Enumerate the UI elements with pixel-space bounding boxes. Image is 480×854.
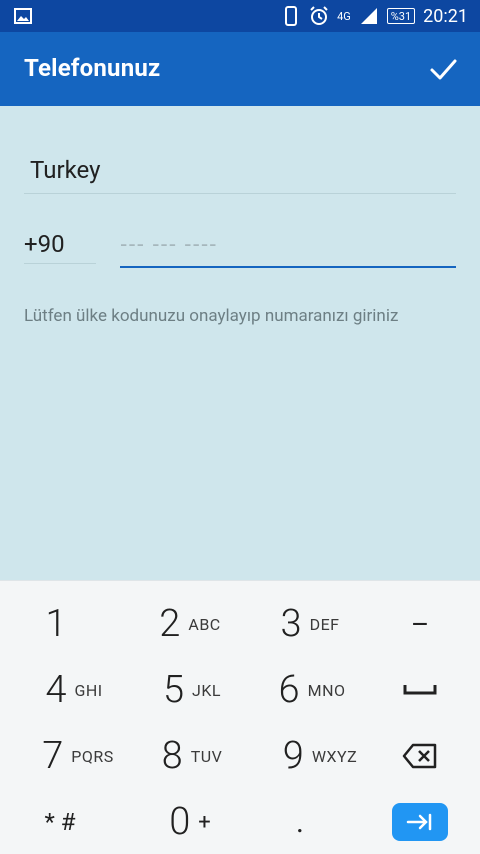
dash-key[interactable]: – [370,591,470,657]
key-6[interactable]: 6 MNO [252,657,372,723]
key-1[interactable]: 1 [0,591,120,657]
key-4[interactable]: 4 GHI [14,657,134,723]
key-plus: + [198,809,211,835]
key-letters: PQRS [71,746,114,766]
key-0[interactable]: 0 + [130,789,250,854]
image-notification-icon [14,8,32,24]
key-3[interactable]: 3 DEF [250,591,370,657]
dot-symbol: . [296,804,304,840]
alarm-clock-icon [310,6,328,25]
key-letters: DEF [309,614,340,634]
country-underline [24,193,456,194]
backspace-key[interactable] [370,723,470,789]
next-action-key[interactable] [370,789,470,854]
network-type-label: 4G [337,9,351,23]
dot-key[interactable]: . [240,789,360,854]
phone-number-field[interactable] [120,224,456,268]
key-number: 9 [282,734,304,778]
key-number: 0 [169,800,191,844]
key-number: 3 [280,602,302,646]
next-action-button[interactable] [392,803,448,841]
next-arrow-icon [406,813,432,831]
key-letters: MNO [307,680,346,700]
country-name: Turkey [30,156,101,184]
key-number: 4 [45,668,67,712]
country-code-field[interactable]: +90 [24,224,96,264]
key-8[interactable]: 8 TUV [132,723,252,789]
confirm-check-button[interactable] [428,54,458,84]
battery-percent: %31 [390,9,412,23]
app-bar: Telefonunuz [0,32,480,106]
page-title: Telefonunuz [24,54,161,82]
key-letters: ABC [188,614,221,634]
star-hash-label: * # [44,808,76,836]
key-number: 6 [278,668,300,712]
country-code-value: +90 [24,230,65,258]
numeric-keyboard: 1 2 ABC 3 DEF – 4 GHI 5 JKL 6 MNO 7 PQRS… [0,580,480,854]
space-bar-icon [403,685,437,695]
key-letters: TUV [190,746,223,766]
key-number: 5 [162,668,185,712]
key-2[interactable]: 2 ABC [130,591,250,657]
phone-number-underline [120,266,456,268]
key-number: 2 [159,602,181,646]
battery-indicator: %31 [386,8,416,24]
status-bar: 4G %31 20:21 [0,0,480,32]
phone-number-input[interactable] [120,224,456,264]
instruction-text: Lütfen ülke kodunuzu onaylayıp numaranız… [24,306,399,326]
key-5[interactable]: 5 JKL [132,657,252,723]
signal-strength-icon [360,8,377,24]
backspace-icon [402,743,437,769]
key-letters: WXYZ [311,746,358,766]
phone-form: Turkey +90 Lütfen ülke kodunuzu onaylayı… [0,106,480,580]
phone-outline-icon [285,6,298,26]
clock-time: 20:21 [423,5,468,27]
key-number: 8 [161,734,183,778]
country-selector[interactable]: Turkey [24,150,456,194]
key-letters: JKL [192,680,222,700]
space-key[interactable] [370,657,470,723]
country-code-underline [24,263,96,264]
star-hash-key[interactable]: * # [0,789,120,854]
key-number: 1 [45,602,67,646]
dash-symbol: – [410,607,430,641]
key-9[interactable]: 9 WXYZ [260,723,380,789]
key-number: 7 [42,734,64,778]
key-7[interactable]: 7 PQRS [18,723,138,789]
key-letters: GHI [74,680,103,700]
